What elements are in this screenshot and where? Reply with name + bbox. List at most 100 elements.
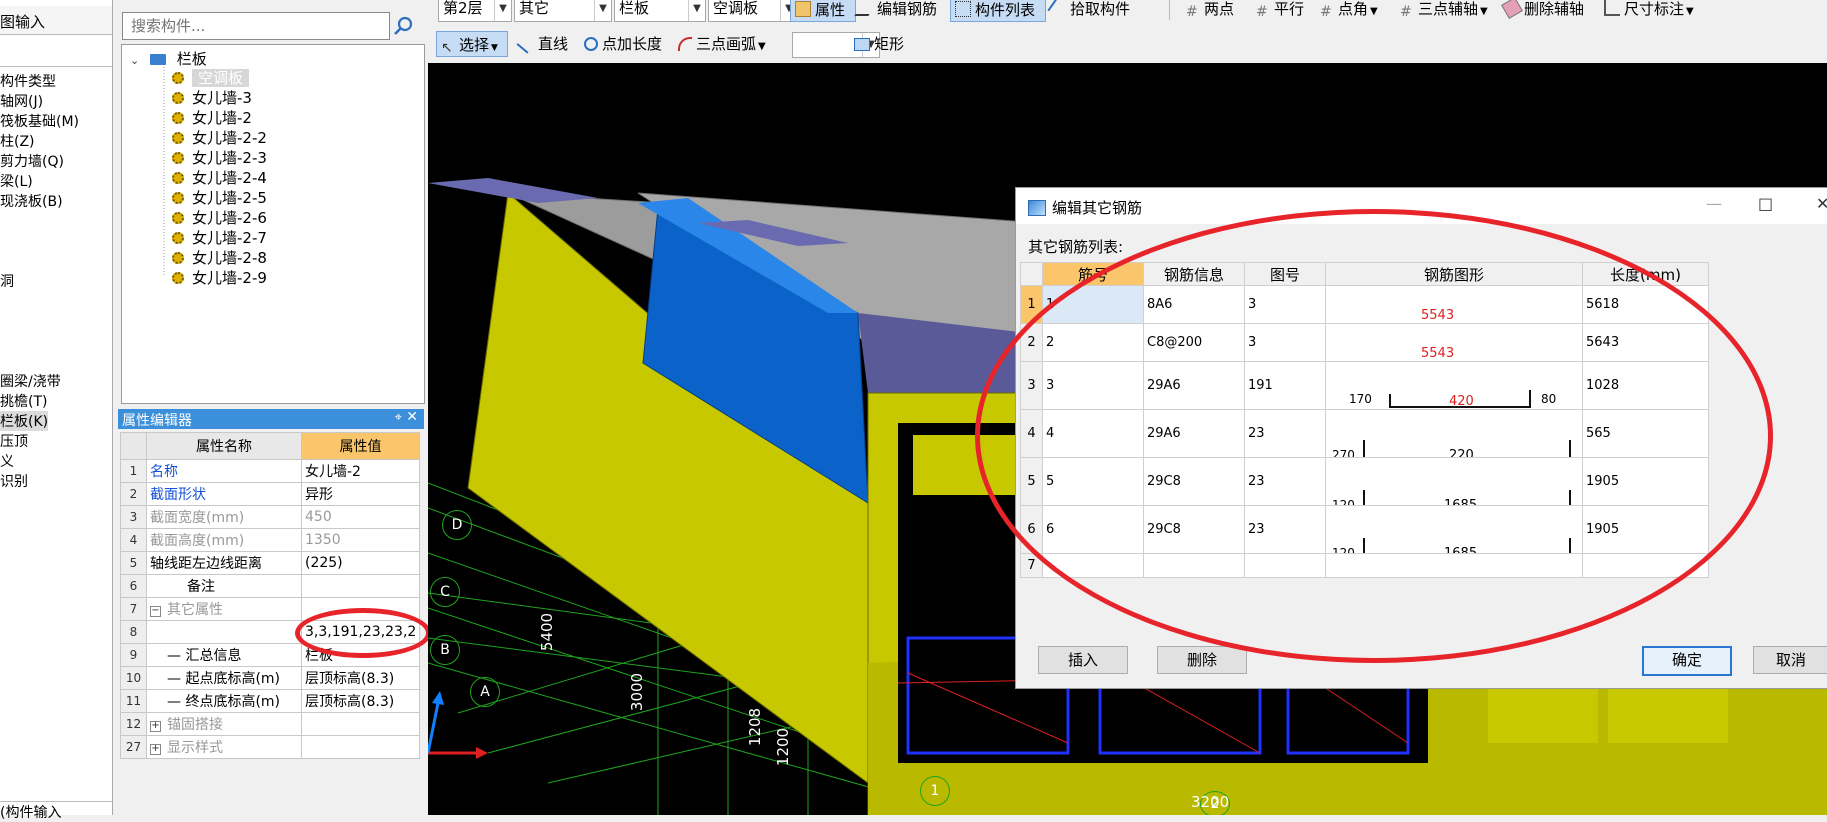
bar-info-cell[interactable]: 29C8 (1143, 457, 1245, 506)
bar-info-cell[interactable]: 29A6 (1143, 361, 1245, 410)
property-group-row[interactable]: 12 + 锚固搭接 (120, 712, 420, 736)
floor-dropdown[interactable]: 第2层 ▼ (438, 0, 512, 22)
bar-info-cell[interactable] (1143, 553, 1245, 578)
close-icon[interactable]: ✕ (1816, 194, 1827, 213)
bar-shape-cell[interactable]: 120 1685 (1325, 505, 1583, 554)
figure-number-cell[interactable]: 191 (1244, 361, 1326, 410)
property-value[interactable]: (225) (301, 551, 420, 575)
delete-button[interactable]: 删除 (1157, 646, 1247, 674)
length-cell[interactable]: 5643 (1582, 323, 1709, 362)
table-row[interactable]: 5 5 29C8 23 120 1685 1905 (1020, 457, 1709, 506)
component-dropdown[interactable]: 空调板 ▼ (708, 0, 798, 22)
two-points-button[interactable]: # 两点 (1186, 0, 1234, 22)
properties-button[interactable]: 属性 (790, 0, 856, 22)
bar-shape-cell[interactable] (1325, 553, 1583, 578)
column-header[interactable]: 钢筋图形 (1325, 262, 1583, 286)
nav-item[interactable]: 义 (0, 451, 14, 471)
nav-item[interactable]: 剪力墙(Q) (0, 151, 64, 171)
bar-shape-cell[interactable]: 120 1685 (1325, 457, 1583, 506)
table-row[interactable]: 6 6 29C8 23 120 1685 1905 (1020, 505, 1709, 554)
length-cell[interactable]: 5618 (1582, 285, 1709, 324)
nav-item[interactable]: 轴网(J) (0, 91, 43, 111)
search-button[interactable] (390, 12, 418, 40)
figure-number-cell[interactable] (1244, 553, 1326, 578)
property-value[interactable]: 3,3,191,23,23,2 (301, 620, 420, 644)
line-button[interactable]: 直线 (516, 31, 568, 57)
insert-button[interactable]: 插入 (1038, 646, 1128, 674)
property-group-row[interactable]: 7 − 其它属性 (120, 597, 420, 621)
close-icon[interactable]: ✕ (406, 409, 418, 425)
three-point-axis-button[interactable]: # 三点辅轴 ▼ (1400, 0, 1488, 22)
figure-number-cell[interactable]: 3 (1244, 285, 1326, 324)
nav-item[interactable]: 挑檐(T) (0, 391, 47, 411)
bar-number-cell[interactable]: 2 (1042, 323, 1144, 362)
bar-shape-cell[interactable]: 5543 (1325, 285, 1583, 324)
table-row[interactable]: 7 (1020, 553, 1709, 578)
chevron-down-icon[interactable]: ▼ (1686, 6, 1694, 17)
dimension-button[interactable]: 尺寸标注 ▼ (1604, 0, 1694, 22)
select-button[interactable]: ↖ 选择 ▼ (436, 31, 508, 57)
pick-component-button[interactable]: 拾取构件 (1047, 0, 1130, 22)
nav-item[interactable]: 柱(Z) (0, 131, 35, 151)
property-value[interactable]: 女儿墙-2 (301, 459, 420, 483)
table-row[interactable]: 2 2 C8@200 3 5543 5643 (1020, 323, 1709, 362)
property-row-selected[interactable]: 8 — 其它钢筋 3,3,191,23,23,2 (120, 620, 420, 644)
property-value[interactable]: 栏板 (301, 643, 420, 667)
module-nav-header[interactable]: 图输入 (0, 6, 112, 35)
nav-item[interactable]: 构件类型 (0, 71, 56, 91)
nav-item[interactable]: 现浇板(B) (0, 191, 63, 211)
length-cell[interactable]: 565 (1582, 409, 1709, 458)
bar-number-cell[interactable]: 3 (1042, 361, 1144, 410)
property-row[interactable]: 5 轴线距左边线距离 (225) (120, 551, 420, 575)
property-group-row[interactable]: 27 + 显示样式 (120, 735, 420, 759)
property-value[interactable]: 异形 (301, 482, 420, 506)
add-length-button[interactable]: 点加长度 (584, 31, 662, 57)
chevron-down-icon[interactable]: ▼ (1370, 6, 1378, 17)
property-row[interactable]: 4 截面高度(mm) 1350 (120, 528, 420, 552)
nav-item-selected[interactable]: 栏板(K) (0, 411, 49, 431)
minimize-icon[interactable]: — (1706, 194, 1722, 213)
expand-icon[interactable]: + (150, 721, 161, 732)
figure-number-cell[interactable]: 3 (1244, 323, 1326, 362)
property-row[interactable]: 9 — 汇总信息 栏板 (120, 643, 420, 667)
bar-info-cell[interactable]: C8@200 (1143, 323, 1245, 362)
nav-item[interactable]: 圈梁/浇带 (0, 371, 61, 391)
bar-number-cell[interactable]: 6 (1042, 505, 1144, 554)
property-row[interactable]: 2 截面形状 异形 (120, 482, 420, 506)
bar-number-cell[interactable]: 4 (1042, 409, 1144, 458)
chevron-down-icon[interactable]: ▼ (491, 43, 498, 53)
delete-axis-button[interactable]: 删除辅轴 (1501, 0, 1584, 22)
property-value[interactable]: 450 (301, 505, 420, 529)
category-dropdown[interactable]: 其它 ▼ (514, 0, 612, 22)
property-row[interactable]: 1 名称 女儿墙-2 (120, 459, 420, 483)
nav-item[interactable]: 识别 (0, 471, 28, 491)
nav-item[interactable]: 梁(L) (0, 171, 33, 191)
bar-number-cell[interactable] (1042, 553, 1144, 578)
search-input[interactable] (129, 14, 383, 38)
bar-shape-cell[interactable]: 170 420 80 320 (1325, 361, 1583, 410)
length-cell[interactable]: 1905 (1582, 505, 1709, 554)
pin-icon[interactable]: ⌖ (395, 410, 402, 425)
column-header[interactable]: 筋号 (1042, 262, 1144, 286)
bar-number-cell[interactable]: 1 (1042, 285, 1144, 324)
collapse-icon[interactable]: − (150, 606, 161, 617)
property-row[interactable]: 10 — 起点底标高(m) 层顶标高(8.3) (120, 666, 420, 690)
table-row[interactable]: 1 1 8A6 3 5543 5618 (1020, 285, 1709, 324)
ok-button[interactable]: 确定 (1642, 646, 1732, 676)
figure-number-cell[interactable]: 23 (1244, 505, 1326, 554)
bar-info-cell[interactable]: 29C8 (1143, 505, 1245, 554)
bar-shape-cell[interactable]: 270 220 (1325, 409, 1583, 458)
figure-number-cell[interactable]: 23 (1244, 409, 1326, 458)
component-list-button[interactable]: 构件列表 (950, 0, 1046, 22)
chevron-down-icon[interactable]: ▼ (758, 41, 766, 52)
nav-item[interactable]: 筏板基础(M) (0, 111, 79, 131)
property-row[interactable]: 6 备注 (120, 574, 420, 598)
property-value[interactable]: 层顶标高(8.3) (301, 666, 420, 690)
rectangle-button[interactable]: 矩形 (854, 31, 904, 57)
bar-number-cell[interactable]: 5 (1042, 457, 1144, 506)
property-group-name[interactable]: − 其它属性 (146, 597, 302, 621)
column-header[interactable]: 钢筋信息 (1143, 262, 1245, 286)
length-cell[interactable] (1582, 553, 1709, 578)
maximize-icon[interactable]: □ (1758, 194, 1773, 213)
bar-info-cell[interactable]: 29A6 (1143, 409, 1245, 458)
